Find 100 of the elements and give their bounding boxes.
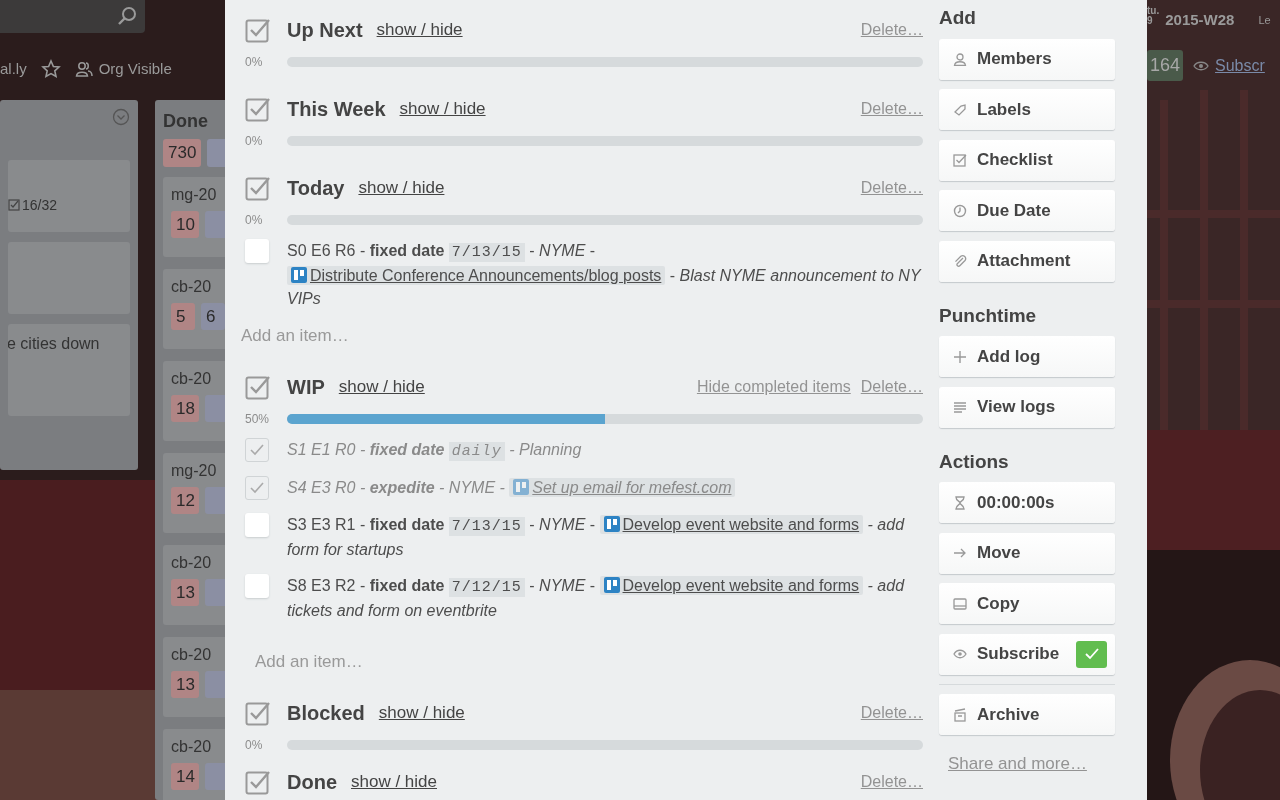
sidebar-button[interactable]: Attachment	[939, 240, 1115, 282]
checklist-icon	[245, 175, 271, 201]
board-card[interactable]: 16/32	[8, 160, 130, 232]
progress-percent: 0%	[245, 737, 264, 754]
section-heading: Actions	[939, 449, 1010, 474]
card-title: e cities down	[8, 335, 100, 352]
show-hide-link[interactable]: show / hide	[376, 17, 463, 43]
check-icon	[1083, 647, 1100, 661]
date-label: 9	[1147, 16, 1154, 26]
people-icon	[74, 59, 93, 78]
card-label: 13	[171, 578, 199, 606]
check-icon	[250, 482, 264, 494]
card-link[interactable]: Distribute Conference Announcements/blog posts	[287, 266, 666, 285]
checklist-title: Up Next	[287, 18, 363, 43]
checklist-title: WIP	[287, 375, 325, 400]
checklist-icon	[953, 153, 967, 167]
progress-percent: 0%	[245, 54, 264, 71]
board-card[interactable]: mg-20 10	[163, 176, 225, 257]
checkbox[interactable]	[245, 513, 269, 537]
person-icon	[953, 52, 967, 66]
card-label: 5	[171, 302, 195, 330]
section-heading: Punchtime	[939, 303, 1038, 328]
board-card[interactable]: cb-20 13	[163, 636, 225, 717]
board-card[interactable]: cb-20 13	[163, 544, 225, 625]
sidebar-button[interactable]: Checklist	[939, 139, 1115, 181]
checklist-item-text[interactable]: S3 E3 R1 - fixed date 7/13/15 - NYME - Develop event website and forms - add form for startups	[287, 513, 923, 561]
checkbox[interactable]	[245, 239, 269, 263]
board-card[interactable]: e cities down	[8, 324, 130, 416]
checkbox[interactable]	[245, 476, 269, 500]
sidebar-button[interactable]: Labels	[939, 89, 1115, 130]
show-hide-link[interactable]: show / hide	[338, 374, 425, 400]
card-label: 6	[201, 302, 225, 330]
cut-label: Le	[1258, 13, 1271, 28]
checklist-icon	[8, 199, 20, 211]
paperclip-icon	[953, 254, 967, 268]
checklist-icon	[245, 700, 271, 726]
eye-icon	[953, 647, 967, 661]
section-heading: Add	[939, 6, 977, 30]
checklist-item-text[interactable]: S4 E3 R0 - expedite - NYME - Set up email for mefest.com	[287, 476, 923, 500]
checkbox[interactable]	[245, 438, 269, 462]
board-card[interactable]: mg-20 12	[163, 452, 225, 533]
show-hide-link[interactable]: show / hide	[351, 769, 437, 795]
sidebar-button[interactable]: 00:00:00s	[939, 482, 1115, 523]
checklist-item-text[interactable]: S8 E3 R2 - fixed date 7/12/15 - NYME - Develop event website and forms - add tickets and form on eventbrite	[287, 574, 923, 622]
star-icon[interactable]	[40, 58, 61, 79]
checklist-title: This Week	[287, 97, 386, 122]
list-title: Done	[163, 110, 209, 133]
checkbox[interactable]	[245, 574, 269, 598]
arrow-right-icon	[953, 546, 967, 560]
subscribe-link[interactable]: Subscr	[1193, 53, 1265, 78]
visibility-button[interactable]: Org Visible	[74, 57, 172, 81]
checklist-item-text[interactable]: S0 E6 R6 - fixed date 7/13/15 - NYME - Distribute Conference Announcements/blog posts - Blast NYME announcement to NY VIPs	[287, 239, 923, 310]
sidebar-button[interactable]: Members	[939, 38, 1115, 80]
checklist-icon	[245, 17, 271, 43]
card-title: cb-20	[171, 368, 213, 389]
board-icon	[291, 267, 307, 283]
search-icon	[117, 6, 137, 27]
checklist-item-text[interactable]: S1 E1 R0 - fixed date daily - Planning	[287, 438, 923, 463]
card-label: 730	[163, 139, 202, 167]
checklist-icon	[245, 96, 271, 122]
show-hide-link[interactable]: show / hide	[378, 700, 465, 726]
hourglass-icon	[953, 495, 967, 510]
eye-icon	[1193, 59, 1210, 72]
checklist-icon	[245, 769, 271, 795]
card-title: cb-20	[171, 276, 213, 297]
check-icon	[250, 444, 264, 456]
day-label: tu.	[1147, 6, 1160, 16]
clock-icon	[953, 203, 967, 218]
archive-icon	[953, 707, 967, 722]
board-card[interactable]: cb-20 5 6	[163, 268, 225, 349]
sidebar-button[interactable]: Move	[939, 532, 1115, 574]
show-hide-link[interactable]: show / hide	[358, 175, 445, 201]
lines-icon	[953, 400, 967, 414]
card-icon	[953, 596, 967, 611]
card-link[interactable]: Develop event website and forms	[599, 515, 864, 534]
board-card[interactable]: cb-20 18	[163, 360, 225, 441]
checklist-title: Done	[287, 770, 337, 795]
week-label: 2015-W28	[1165, 10, 1235, 30]
card-title: cb-20	[171, 644, 213, 665]
card-title: mg-20	[171, 460, 218, 481]
plus-icon	[953, 349, 967, 364]
sidebar-button[interactable]: Archive	[939, 694, 1115, 735]
show-hide-link[interactable]: show / hide	[399, 96, 486, 122]
card-link[interactable]: Develop event website and forms	[599, 576, 864, 595]
sidebar-button[interactable]: Due Date	[939, 190, 1115, 231]
board-card[interactable]: cb-20 14	[163, 728, 225, 800]
progress-percent: 0%	[245, 133, 264, 150]
chevron-down-icon[interactable]	[112, 108, 130, 126]
search-field[interactable]	[0, 0, 145, 33]
checklist-title: Blocked	[287, 701, 365, 726]
card-label: 13	[171, 670, 199, 698]
board-name[interactable]: al.ly	[0, 57, 27, 81]
checklist-count: 16/32	[8, 194, 58, 216]
board-icon	[603, 516, 620, 532]
sidebar-button[interactable]: View logs	[939, 386, 1115, 428]
sidebar-button[interactable]: Subscribe	[939, 633, 1115, 675]
sidebar-button[interactable]: Add log	[939, 336, 1115, 377]
board-icon	[603, 577, 620, 593]
sidebar-button[interactable]: Copy	[939, 583, 1115, 624]
card-label: 14	[171, 762, 199, 790]
